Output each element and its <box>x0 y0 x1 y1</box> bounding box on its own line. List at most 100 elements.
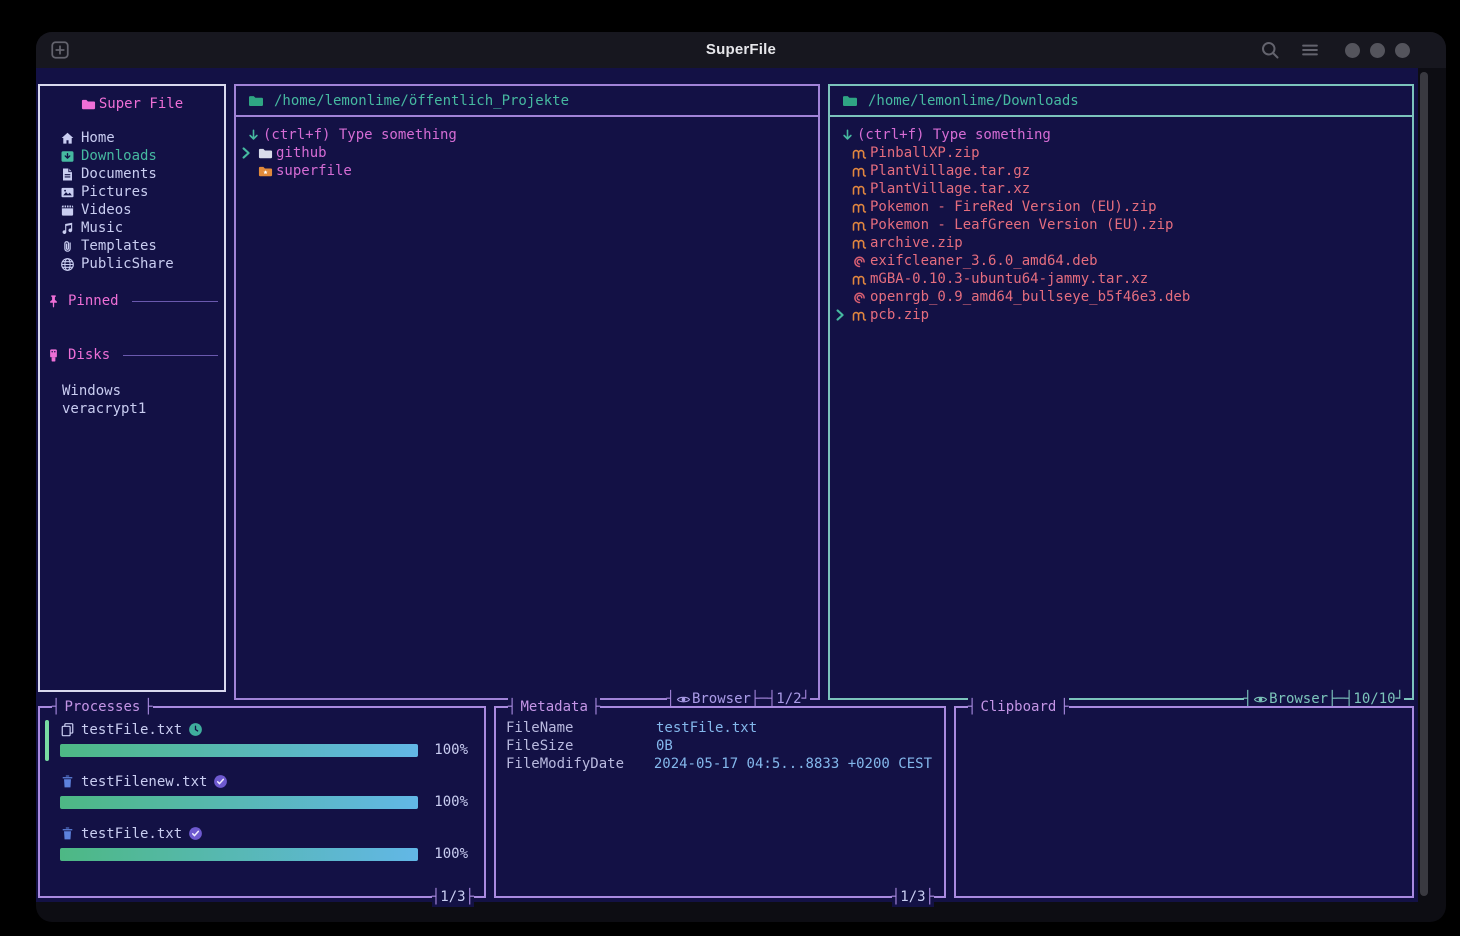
sidebar-title-label: Super File <box>99 96 183 112</box>
folder-icon <box>248 93 264 109</box>
folder-star-icon <box>258 164 273 179</box>
window-control-dot[interactable] <box>1370 43 1385 58</box>
folder-icon <box>842 93 858 109</box>
progress-percent: 100% <box>426 742 468 758</box>
archive-icon <box>852 146 867 161</box>
sidebar: Super File Home Downloads DocumentsPicture… <box>38 84 226 692</box>
file-row[interactable]: pcb.zip <box>830 306 1412 324</box>
file-name: pcb.zip <box>870 307 929 323</box>
process-progress-row: 100% <box>60 742 468 758</box>
process-item[interactable]: testFilenew.txt100% <box>60 772 468 810</box>
sidebar-disks: Windows veracrypt1 <box>40 382 224 418</box>
check-badge-icon <box>188 826 203 841</box>
panel-title-label: Processes <box>60 699 144 715</box>
file-row[interactable]: Pokemon - LeafGreen Version (EU).zip <box>830 216 1412 234</box>
path-bar[interactable]: /home/lemonlime/öffentlich_Projekte <box>236 86 818 117</box>
border-bracket: ┤ <box>508 699 516 715</box>
disk-label: Windows <box>62 383 121 399</box>
clipboard-title: ┤ Clipboard ├ <box>968 697 1069 717</box>
sidebar-item-pictures[interactable]: Pictures <box>60 183 224 201</box>
metadata-row: FileNametestFile.txt <box>506 720 932 738</box>
border-bracket: ┤ <box>892 889 900 905</box>
file-name: mGBA-0.10.3-ubuntu64-jammy.tar.xz <box>870 271 1148 287</box>
sidebar-title: Super File <box>40 96 224 112</box>
sidebar-item-label: PublicShare <box>81 256 174 272</box>
disk-item-windows[interactable]: Windows <box>62 382 224 400</box>
globe-icon <box>60 257 75 272</box>
sidebar-item-documents[interactable]: Documents <box>60 165 224 183</box>
file-row[interactable]: PlantVillage.tar.gz <box>830 162 1412 180</box>
process-item[interactable]: testFile.txt100% <box>60 720 468 758</box>
clipboard-panel: ┤ Clipboard ├ <box>954 706 1414 898</box>
archive-icon <box>852 182 867 197</box>
file-row[interactable]: PlantVillage.tar.xz <box>830 180 1412 198</box>
disk-label: veracrypt1 <box>62 401 146 417</box>
panel-title-label: Metadata <box>516 699 591 715</box>
window-controls <box>1345 43 1410 58</box>
deb-icon <box>852 254 867 269</box>
folder-icon <box>81 97 96 112</box>
sidebar-section-label: Pinned <box>68 293 119 309</box>
file-name: Pokemon - LeafGreen Version (EU).zip <box>870 217 1173 233</box>
file-search-bar[interactable]: (ctrl+f) Type something <box>246 126 818 144</box>
disk-item-veracrypt1[interactable]: veracrypt1 <box>62 400 224 418</box>
file-row[interactable]: exifcleaner_3.6.0_amd64.deb <box>830 252 1412 270</box>
process-list: testFile.txt100%testFilenew.txt100%testF… <box>40 708 484 862</box>
panel-counter: 10/10 <box>1353 691 1395 707</box>
eye-icon <box>1253 692 1268 707</box>
current-path: /home/lemonlime/öffentlich_Projekte <box>274 93 569 109</box>
file-row[interactable]: mGBA-0.10.3-ubuntu64-jammy.tar.xz <box>830 270 1412 288</box>
arrow-down-icon <box>840 128 855 143</box>
search-icon[interactable] <box>1260 40 1280 60</box>
paperclip-icon <box>60 239 75 254</box>
process-item[interactable]: testFile.txt100% <box>60 824 468 862</box>
cursor-chevron-icon <box>833 308 847 322</box>
sidebar-item-label: Downloads <box>81 148 157 164</box>
file-row[interactable]: Pokemon - FireRed Version (EU).zip <box>830 198 1412 216</box>
sidebar-item-home[interactable]: Home <box>60 129 224 147</box>
file-name: github <box>276 145 327 161</box>
eye-icon <box>676 692 691 707</box>
file-row[interactable]: superfile <box>236 162 818 180</box>
process-name-row: testFilenew.txt <box>60 772 468 791</box>
window-control-dot[interactable] <box>1345 43 1360 58</box>
file-search-bar[interactable]: (ctrl+f) Type something <box>840 126 1412 144</box>
archive-icon <box>852 272 867 287</box>
panel-counter: 1/2 <box>776 691 801 707</box>
pin-icon <box>46 294 61 309</box>
metadata-title: ┤ Metadata ├ <box>508 697 600 717</box>
border-bracket: ├─┤ <box>751 691 776 707</box>
panel-mode: Browser <box>692 691 751 707</box>
processes-counter: ┤ 1/3 ├ <box>432 887 474 907</box>
path-bar[interactable]: /home/lemonlime/Downloads <box>830 86 1412 117</box>
sidebar-item-downloads[interactable]: Downloads <box>60 147 224 165</box>
sidebar-section-disks: Disks <box>40 346 224 364</box>
hamburger-menu-icon[interactable] <box>1300 40 1320 60</box>
file-row[interactable]: archive.zip <box>830 234 1412 252</box>
border-bracket: ├ <box>592 699 600 715</box>
metadata-key: FileName <box>506 720 656 738</box>
progress-bar <box>60 744 418 757</box>
file-row[interactable]: openrgb_0.9_amd64_bullseye_b5f46e3.deb <box>830 288 1412 306</box>
check-badge-icon <box>213 774 228 789</box>
scrollbar-thumb[interactable] <box>1420 72 1428 896</box>
cursor-chevron-icon <box>239 146 253 160</box>
sidebar-section-label: Disks <box>68 347 110 363</box>
border-bracket: ┤ <box>968 699 976 715</box>
file-row[interactable]: PinballXP.zip <box>830 144 1412 162</box>
sidebar-item-videos[interactable]: Videos <box>60 201 224 219</box>
sidebar-item-music[interactable]: Music <box>60 219 224 237</box>
sidebar-item-templates[interactable]: Templates <box>60 237 224 255</box>
sidebar-item-publicshare[interactable]: PublicShare <box>60 255 224 273</box>
section-divider <box>123 355 218 356</box>
sidebar-item-label: Home <box>81 130 115 146</box>
sidebar-item-label: Documents <box>81 166 157 182</box>
border-bracket: ┤ <box>667 691 675 707</box>
sidebar-items: Home Downloads DocumentsPicturesVideosMusi… <box>40 129 224 273</box>
home-icon <box>60 131 75 146</box>
file-row[interactable]: github <box>236 144 818 162</box>
window-control-dot[interactable] <box>1395 43 1410 58</box>
file-name: PlantVillage.tar.xz <box>870 181 1030 197</box>
file-list: PinballXP.zipPlantVillage.tar.gzPlantVil… <box>830 144 1412 324</box>
metadata-row: FileSize0B <box>506 738 932 756</box>
